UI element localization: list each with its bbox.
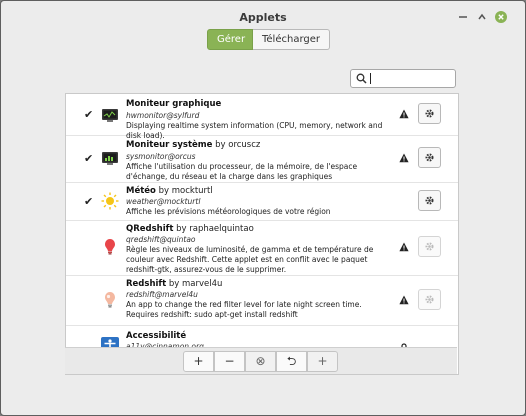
more-button[interactable]: + xyxy=(307,351,338,372)
applet-uuid: weather@mockturtl xyxy=(126,197,201,206)
configure-button[interactable] xyxy=(418,103,441,124)
tab-download[interactable]: Télécharger xyxy=(253,29,331,50)
applet-description: Affiche les prévisions météorologiques d… xyxy=(126,207,331,216)
applet-name: Redshift xyxy=(126,279,167,289)
red-bulb-icon xyxy=(105,239,115,255)
gear-icon xyxy=(425,109,434,118)
add-button[interactable]: + xyxy=(183,351,214,372)
list-item[interactable]: ✔ Météo by mockturtl weather@mockturtl A… xyxy=(66,182,458,221)
applet-uuid: qredshift@quintao xyxy=(126,235,196,244)
enabled-check-icon: ✔ xyxy=(84,152,94,165)
remove-button[interactable]: − xyxy=(214,351,245,372)
applet-name: Moniteur système xyxy=(126,140,213,150)
list-item[interactable]: ✔ Moniteur système by orcuscz sysmonitor… xyxy=(66,135,458,183)
search-icon xyxy=(356,73,367,84)
enabled-check-icon: ✔ xyxy=(84,108,94,121)
close-icon[interactable] xyxy=(495,11,507,23)
warning-icon[interactable] xyxy=(399,295,409,305)
applets-window: Applets Gérer Télécharger ✔ Moniteur gra… xyxy=(0,0,526,416)
warning-icon[interactable] xyxy=(399,242,409,252)
applet-author: by raphaelquintao xyxy=(176,224,254,234)
applet-author: by orcuscz xyxy=(215,140,261,150)
applet-description: Affiche l'utilisation du processeur, de … xyxy=(126,162,358,181)
sun-icon xyxy=(101,192,119,210)
search-input[interactable] xyxy=(350,69,456,88)
maximize-icon[interactable] xyxy=(476,11,488,23)
configure-button[interactable] xyxy=(418,190,441,211)
text-cursor xyxy=(370,73,371,84)
applet-description: Règle les niveaux de luminosité, de gamm… xyxy=(126,245,374,274)
restore-button[interactable]: ⮌ xyxy=(276,351,307,372)
list-item[interactable]: ✔ Moniteur graphique hwmonitor@sylfurd D… xyxy=(66,94,458,140)
configure-button[interactable] xyxy=(418,289,441,310)
enabled-check-icon: ✔ xyxy=(84,195,94,208)
uninstall-button[interactable]: ⊗ xyxy=(245,351,276,372)
minimize-icon[interactable] xyxy=(457,11,469,23)
applet-name: Accessibilité xyxy=(126,331,187,341)
list-item[interactable]: QRedshift by raphaelquintao qredshift@qu… xyxy=(66,220,458,276)
warning-icon[interactable] xyxy=(399,153,409,163)
gear-icon xyxy=(425,153,434,162)
gear-icon xyxy=(425,242,434,251)
applet-author: by mockturtl xyxy=(158,186,213,196)
configure-button[interactable] xyxy=(418,236,441,257)
warning-icon[interactable] xyxy=(399,109,409,119)
applet-uuid: hwmonitor@sylfurd xyxy=(126,111,200,120)
applet-name: Moniteur graphique xyxy=(126,99,222,109)
gear-icon xyxy=(425,295,434,304)
applet-description: An app to change the red filter level fo… xyxy=(126,300,362,319)
tab-switcher: Gérer Télécharger xyxy=(207,29,331,50)
applet-list: ✔ Moniteur graphique hwmonitor@sylfurd D… xyxy=(65,93,459,375)
monitor-graph-icon xyxy=(102,109,118,122)
tab-manage[interactable]: Gérer xyxy=(207,29,253,50)
bottom-toolbar: + − ⊗ ⮌ + xyxy=(65,347,457,374)
applet-uuid: sysmonitor@orcus xyxy=(126,152,196,161)
system-monitor-icon xyxy=(102,152,118,165)
applet-name: QRedshift xyxy=(126,224,174,234)
applet-uuid: redshift@marvel4u xyxy=(126,290,198,299)
gear-icon xyxy=(425,196,434,205)
configure-button[interactable] xyxy=(418,147,441,168)
list-item[interactable]: Redshift by marvel4u redshift@marvel4u A… xyxy=(66,275,458,326)
applet-author: by marvel4u xyxy=(168,279,223,289)
window-title: Applets xyxy=(239,11,287,24)
applet-name: Météo xyxy=(126,186,156,196)
bulb-icon xyxy=(105,292,115,308)
